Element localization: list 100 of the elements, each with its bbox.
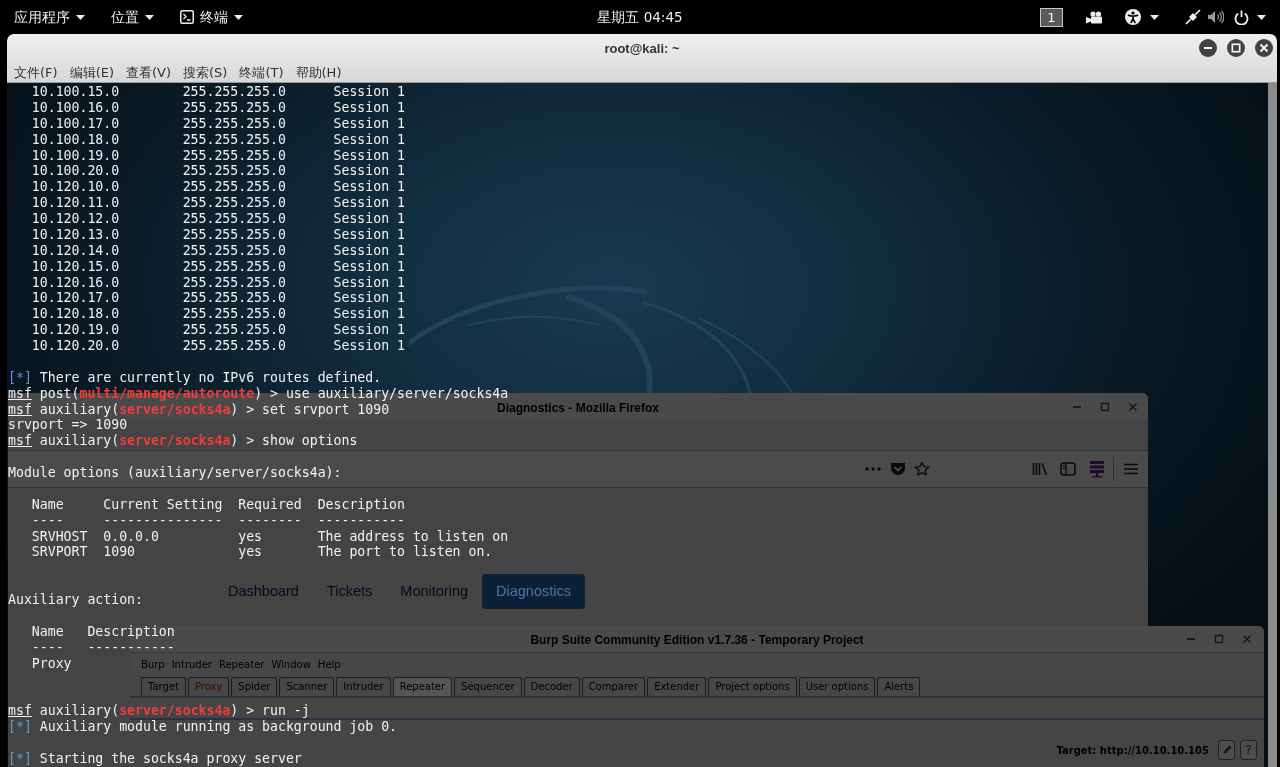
tab[interactable]: User options <box>798 677 876 696</box>
table-cell: 255.255.255.0 <box>182 195 286 211</box>
power-icon[interactable] <box>1234 9 1249 25</box>
maximize-button[interactable] <box>1227 39 1245 57</box>
table-cell: 10.120.20.0 <box>31 338 120 353</box>
table-cell: 255.255.255.0 <box>182 211 286 226</box>
caret-icon[interactable] <box>1150 14 1159 20</box>
speaker-icon[interactable] <box>1207 10 1224 24</box>
table-cell: The port to listen on. <box>317 544 493 560</box>
table-cell: yes <box>238 544 263 560</box>
clock[interactable]: 星期五 04:45 <box>597 8 683 26</box>
square-icon <box>1231 43 1241 53</box>
table-cell: Session 1 <box>333 115 405 131</box>
table-cell: 255.255.255.0 <box>182 290 286 306</box>
table-cell: Session 1 <box>333 179 405 195</box>
accessibility-icon[interactable] <box>1125 9 1141 25</box>
tab[interactable]: Extender <box>647 677 707 696</box>
square-icon[interactable] <box>1100 401 1110 412</box>
table-cell: Session 1 <box>333 338 405 353</box>
output-line: Module options (auxiliary/server/socks4a): <box>8 465 342 481</box>
menu-item[interactable]: Intruder <box>171 658 212 671</box>
pencil-icon <box>1221 745 1232 755</box>
help-button[interactable]: ? <box>1240 740 1257 760</box>
bookshelf-icon[interactable] <box>1032 462 1048 476</box>
table-cell: 10.120.13.0 <box>31 226 120 242</box>
table-cell: 10.100.18.0 <box>31 131 120 147</box>
menu-item[interactable]: 文件(F) <box>14 63 58 81</box>
menu-item[interactable]: Burp <box>141 658 165 671</box>
edit-button[interactable] <box>1218 740 1235 760</box>
table-cell: SRVPORT <box>31 544 88 560</box>
panel-menu[interactable]: 应用程序 <box>14 8 85 26</box>
menu-item[interactable]: Window <box>271 658 311 671</box>
nav-link[interactable]: Tickets <box>312 574 387 609</box>
table-cell: 10.120.17.0 <box>31 290 120 306</box>
tab[interactable]: Target <box>141 677 186 696</box>
stacked-bars-icon[interactable] <box>1089 460 1105 478</box>
table-cell: 255.255.255.0 <box>182 179 286 195</box>
table-cell: Session 1 <box>333 211 405 226</box>
column-rule: -------- <box>238 512 302 528</box>
menu-item[interactable]: 帮助(H) <box>295 63 342 81</box>
menu-icon[interactable] <box>1123 463 1139 475</box>
table-cell: 255.255.255.0 <box>182 115 286 131</box>
table-cell: 255.255.255.0 <box>182 306 286 322</box>
table-cell: Proxy <box>31 655 72 671</box>
menu-item[interactable]: 搜索(S) <box>183 63 228 81</box>
tab[interactable]: Comparer <box>581 677 646 696</box>
menu-item[interactable]: Repeater <box>218 658 265 671</box>
close-icon[interactable] <box>1242 634 1252 644</box>
table-cell: 1090 <box>103 544 136 560</box>
menu-item[interactable]: 查看(V) <box>126 63 172 81</box>
menu-item[interactable]: Help <box>317 658 341 671</box>
table-cell: Session 1 <box>333 322 405 338</box>
nav-link[interactable]: Monitoring <box>386 574 483 609</box>
nav-link[interactable]: Diagnostics <box>482 574 585 609</box>
close-button[interactable] <box>1255 39 1273 57</box>
terminal-icon <box>180 10 194 24</box>
table-cell: Session 1 <box>333 131 405 147</box>
tab[interactable]: Scanner <box>279 677 335 696</box>
table-cell: 255.255.255.0 <box>182 99 286 115</box>
tab[interactable]: Spider <box>231 677 278 696</box>
caret-icon <box>145 14 154 20</box>
table-cell: The address to listen on <box>317 528 509 544</box>
tab[interactable]: Intruder <box>336 677 391 696</box>
caret-icon[interactable] <box>1257 14 1266 20</box>
menu-item[interactable]: 编辑(E) <box>69 63 114 81</box>
table-cell: 10.120.18.0 <box>31 306 120 322</box>
output-line: Auxiliary action: <box>8 592 143 608</box>
workspace-indicator[interactable]: 1 <box>1040 7 1063 27</box>
menu-item[interactable]: 终端(T) <box>239 63 284 81</box>
close-icon[interactable] <box>1128 401 1138 412</box>
square-icon[interactable] <box>1214 634 1224 644</box>
table-cell: 255.255.255.0 <box>182 226 286 242</box>
tab[interactable]: Repeater <box>392 677 453 696</box>
sidebar-icon[interactable] <box>1060 462 1076 476</box>
chevron-shield-icon[interactable] <box>890 462 906 476</box>
tab[interactable]: Alerts <box>877 677 921 696</box>
minimize-button[interactable] <box>1199 39 1217 57</box>
dots-icon[interactable] <box>865 467 881 471</box>
table-cell: 255.255.255.0 <box>182 84 286 99</box>
table-cell: 0.0.0.0 <box>103 528 159 544</box>
tab[interactable]: Sequencer <box>454 677 522 696</box>
panel-menu[interactable]: 终端 <box>180 8 243 26</box>
tab[interactable]: Decoder <box>523 677 580 696</box>
table-cell: Session 1 <box>333 147 405 163</box>
column-header: Name <box>31 623 64 639</box>
tab[interactable]: Project options <box>708 677 797 696</box>
tab[interactable]: Proxy <box>187 677 230 696</box>
window-title: root@kali: ~ <box>604 41 680 56</box>
output-line: srvport => 1090 <box>8 417 128 434</box>
table-cell: yes <box>238 528 263 544</box>
star-icon[interactable] <box>914 461 930 477</box>
table-cell: 255.255.255.0 <box>182 338 286 353</box>
cable-icon[interactable] <box>1185 9 1201 25</box>
nav-link[interactable]: Dashboard <box>214 574 313 609</box>
table-cell: Session 1 <box>333 226 405 242</box>
table-cell: 255.255.255.0 <box>182 274 286 290</box>
column-rule: ----------- <box>87 639 175 655</box>
panel-menu[interactable]: 位置 <box>111 8 154 26</box>
video-camera-icon[interactable] <box>1086 10 1102 24</box>
scrollbar[interactable] <box>1268 83 1277 767</box>
